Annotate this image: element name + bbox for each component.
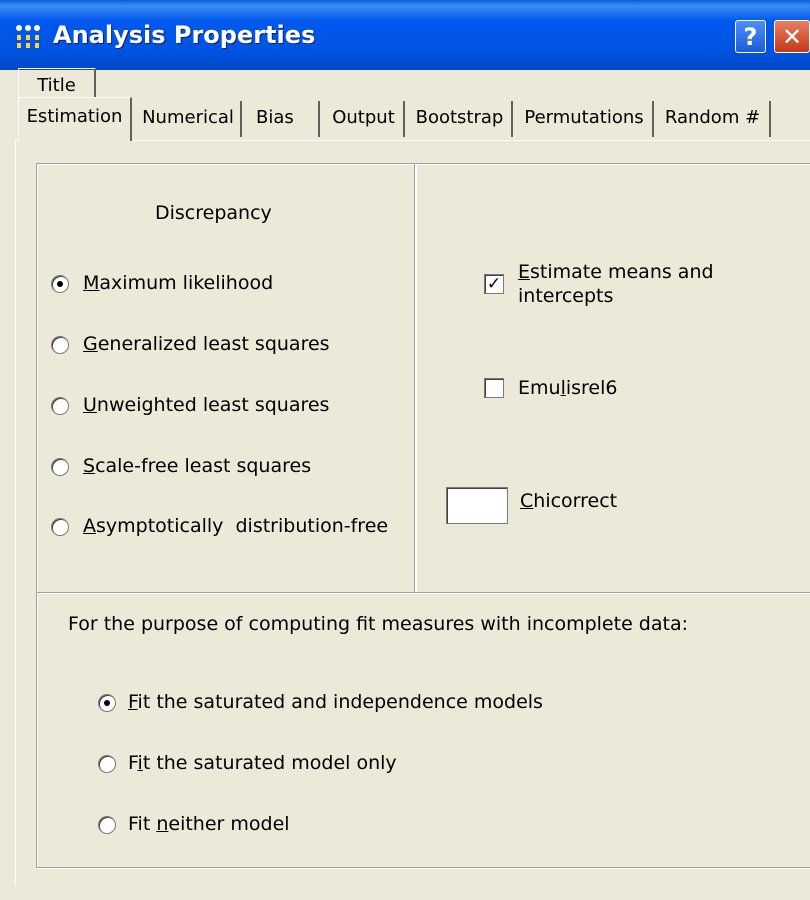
tab-bias[interactable]: Bias [244, 101, 320, 137]
radio-asymptotically-distribution-free[interactable] [51, 518, 69, 536]
tab-permutations[interactable]: Permutations [516, 101, 654, 137]
tab-random[interactable]: Random # [656, 101, 771, 137]
radio-maximum-likelihood[interactable] [51, 275, 69, 293]
tab-title[interactable]: Title [18, 68, 96, 99]
help-button[interactable]: ? [735, 20, 766, 53]
title-bar[interactable]: Analysis Properties ? ✕ [0, 0, 810, 70]
radio-unweighted-least-squares[interactable] [51, 397, 69, 415]
tab-bootstrap[interactable]: Bootstrap [408, 101, 513, 137]
analysis-properties-window: Analysis Properties ? ✕ Title Estimation… [0, 0, 810, 900]
tab-output[interactable]: Output [324, 101, 405, 137]
fit-measures-heading: For the purpose of computing fit measure… [68, 613, 688, 635]
radio-fit-saturated-and-independence[interactable] [98, 694, 116, 712]
label-asymptotically-distribution-free[interactable]: Asymptotically distribution-free [83, 515, 388, 537]
radio-fit-saturated-only[interactable] [98, 755, 116, 773]
radio-scale-free-least-squares[interactable] [51, 458, 69, 476]
discrepancy-heading: Discrepancy [155, 202, 272, 224]
label-fit-neither[interactable]: Fit neither model [128, 813, 290, 835]
label-estimate-means[interactable]: Estimate means and intercepts [518, 260, 714, 308]
radio-generalized-least-squares[interactable] [51, 336, 69, 354]
window-title: Analysis Properties [53, 21, 316, 49]
label-generalized-least-squares[interactable]: Generalized least squares [83, 333, 330, 355]
label-scale-free-least-squares[interactable]: Scale-free least squares [83, 455, 311, 477]
label-fit-saturated-and-independence[interactable]: Fit the saturated and independence model… [128, 691, 543, 713]
tab-numerical[interactable]: Numerical [136, 101, 242, 137]
label-unweighted-least-squares[interactable]: Unweighted least squares [83, 394, 329, 416]
label-chicorrect[interactable]: Chicorrect [520, 490, 617, 512]
label-emulisrel6[interactable]: Emulisrel6 [518, 377, 617, 399]
checkbox-estimate-means[interactable]: ✓ [484, 274, 504, 294]
chicorrect-input[interactable] [446, 487, 508, 524]
tab-estimation[interactable]: Estimation [18, 97, 132, 141]
label-fit-saturated-only[interactable]: Fit the saturated model only [128, 752, 397, 774]
checkbox-emulisrel6[interactable] [484, 378, 504, 398]
radio-fit-neither[interactable] [98, 816, 116, 834]
label-maximum-likelihood[interactable]: Maximum likelihood [83, 272, 273, 294]
close-button[interactable]: ✕ [774, 20, 810, 53]
amos-app-icon [16, 25, 40, 48]
